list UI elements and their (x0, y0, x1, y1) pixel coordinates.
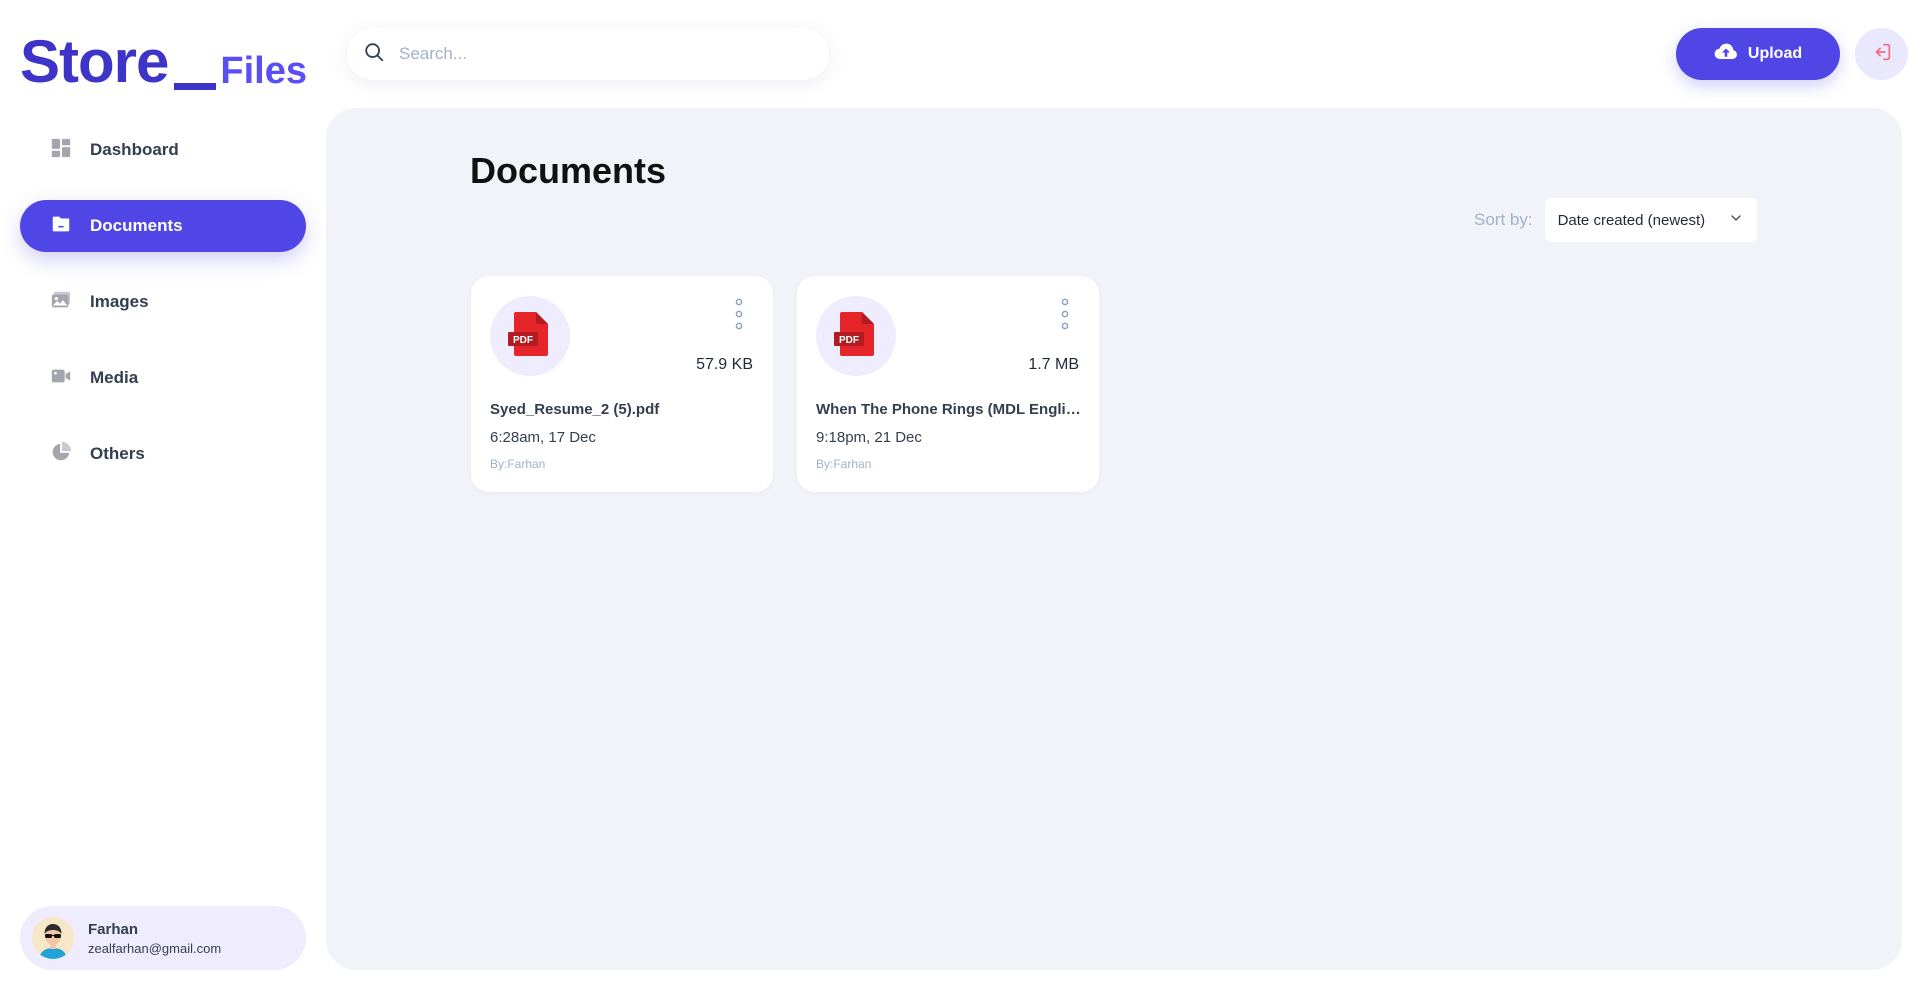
file-card[interactable]: PDF 1.7 MB When The Phone Rings (MDL Eng… (797, 276, 1099, 492)
upload-button-label: Upload (1747, 45, 1803, 62)
file-owner: By:Farhan (490, 457, 546, 471)
logout-button[interactable] (1855, 28, 1908, 80)
file-name[interactable]: Syed_Resume_2 (5).pdf (490, 401, 760, 418)
search-icon (363, 41, 385, 68)
file-date: 6:28am, 17 Dec (490, 429, 596, 446)
upload-button[interactable]: Upload (1676, 28, 1840, 80)
page-title: Documents (470, 150, 667, 191)
brand-main: Store (20, 28, 169, 95)
pdf-file-icon: PDF (834, 310, 878, 363)
file-type-label: PDF (513, 335, 533, 346)
sort-label: Sort by: (1474, 210, 1533, 229)
chevron-down-icon (1729, 211, 1743, 229)
sidebar-item-label: Images (90, 292, 149, 311)
sidebar-item-documents[interactable]: Documents (20, 200, 306, 252)
avatar (32, 917, 74, 959)
brand-underscore (174, 83, 217, 90)
sort-select-value: Date created (newest) (1557, 211, 1706, 229)
logout-icon (1871, 41, 1893, 68)
brand-logo[interactable]: Store Files (20, 22, 307, 92)
pie-chart-icon (50, 441, 72, 468)
file-name[interactable]: When The Phone Rings (MDL English).pdf (816, 401, 1086, 418)
file-date: 9:18pm, 21 Dec (816, 429, 922, 446)
sidebar-item-label: Dashboard (90, 140, 179, 159)
sidebar-item-media[interactable]: Media (20, 352, 306, 404)
sidebar-item-dashboard[interactable]: Dashboard (20, 124, 306, 176)
video-icon (50, 365, 72, 392)
file-size: 1.7 MB (1028, 356, 1079, 373)
file-size: 57.9 KB (696, 356, 753, 373)
image-icon (50, 289, 72, 316)
main-content: Documents Sort by: Date created (newest)… (326, 108, 1902, 970)
brand-sub: Files (220, 50, 307, 92)
more-options-icon[interactable] (1059, 298, 1071, 330)
search-bar[interactable] (347, 28, 829, 80)
file-thumbnail: PDF (816, 296, 896, 376)
user-name: Farhan (88, 920, 139, 938)
file-card[interactable]: PDF 57.9 KB Syed_Resume_2 (5).pdf 6:28am… (471, 276, 773, 492)
sidebar-nav: Dashboard Documents Images Media Others (20, 124, 306, 504)
cloud-upload-icon (1714, 40, 1738, 69)
sidebar-item-images[interactable]: Images (20, 276, 306, 328)
file-thumbnail: PDF (490, 296, 570, 376)
file-grid: PDF 57.9 KB Syed_Resume_2 (5).pdf 6:28am… (471, 276, 1099, 492)
search-input[interactable] (399, 44, 799, 64)
dashboard-icon (50, 137, 72, 164)
sidebar-item-label: Others (90, 444, 145, 463)
file-type-label: PDF (839, 335, 859, 346)
more-options-icon[interactable] (733, 298, 745, 330)
user-profile-card[interactable]: Farhan zealfarhan@gmail.com (20, 906, 306, 970)
sidebar-item-label: Media (90, 368, 139, 387)
file-owner: By:Farhan (816, 457, 872, 471)
pdf-file-icon: PDF (508, 310, 552, 363)
sort-select[interactable]: Date created (newest) (1544, 198, 1757, 242)
user-email: zealfarhan@gmail.com (88, 940, 222, 956)
sort-control: Sort by: Date created (newest) (1474, 198, 1757, 242)
sidebar-item-label: Documents (90, 216, 183, 235)
sidebar-item-others[interactable]: Others (20, 428, 306, 480)
document-icon (50, 213, 72, 240)
